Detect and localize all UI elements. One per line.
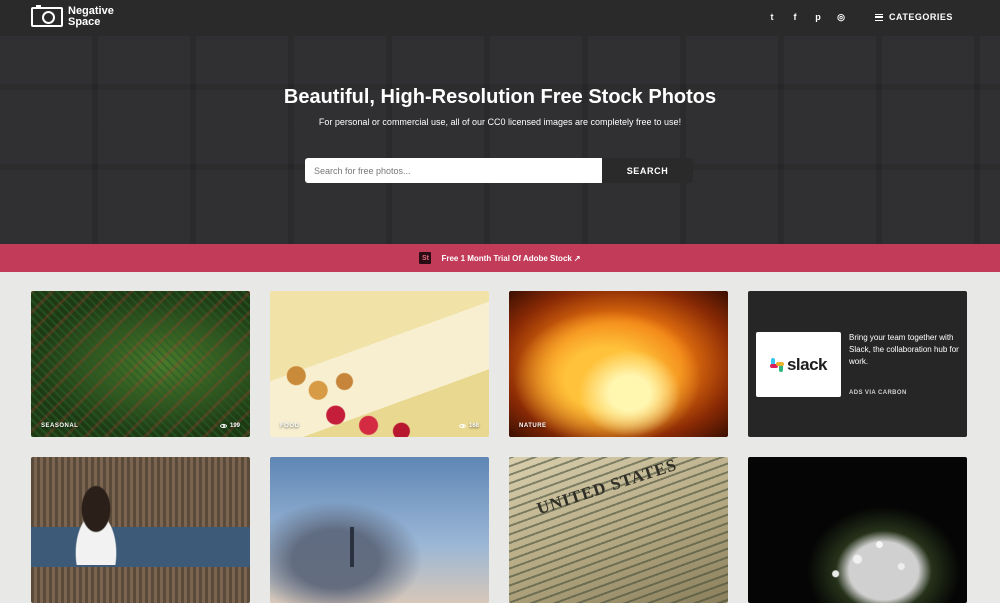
photo-category-tag[interactable]: FOOD [280, 423, 299, 429]
photo-category-tag[interactable]: SEASONAL [41, 423, 78, 429]
view-count-value: 168 [468, 423, 479, 429]
promo-text: Free 1 Month Trial Of Adobe Stock [441, 253, 572, 263]
slack-wordmark: slack [786, 354, 828, 374]
eye-icon [458, 424, 466, 428]
photo-category-tag[interactable]: NATURE [519, 423, 547, 429]
view-count: 168 [458, 423, 479, 429]
ad-description[interactable]: Bring your team together with Slack, the… [849, 332, 961, 368]
search-input[interactable] [305, 158, 602, 183]
photo-card-white-flowers[interactable] [748, 457, 967, 603]
instagram-icon[interactable]: ◎ [835, 12, 847, 23]
site-logo[interactable]: Negative Space [31, 5, 114, 28]
photo-card-seasonal[interactable]: SEASONAL 199 [31, 291, 250, 437]
hero-title: Beautiful, High-Resolution Free Stock Ph… [283, 86, 717, 108]
photo-card-food[interactable]: FOOD 168 [270, 291, 489, 437]
adobe-stock-promo-banner[interactable]: St Free 1 Month Trial Of Adobe Stock ↗ [0, 244, 1000, 272]
photo-card-nature[interactable]: NATURE [509, 291, 728, 437]
camera-logo-icon [31, 5, 63, 27]
photo-card-city-sky[interactable] [270, 457, 489, 603]
ads-via-carbon-link[interactable]: ADS VIA CARBON [849, 390, 907, 396]
view-count: 199 [219, 423, 240, 429]
hamburger-menu-icon [875, 13, 883, 21]
carbon-ad-card[interactable]: slack Bring your team together with Slac… [748, 291, 967, 437]
hero-subtitle: For personal or commercial use, all of o… [318, 117, 682, 127]
facebook-icon[interactable]: f [789, 12, 801, 22]
hero-section: Negative Space t f p ◎ CATEGORIES Beauti… [0, 0, 1000, 244]
pinterest-icon[interactable]: p [812, 12, 824, 22]
top-navigation: Negative Space t f p ◎ CATEGORIES [0, 0, 1000, 36]
photo-card-dollar-bill[interactable]: UNITED STATES [509, 457, 728, 603]
slack-logo-icon [769, 357, 784, 372]
twitter-icon[interactable]: t [766, 12, 778, 22]
external-link-icon: ↗ [573, 253, 581, 263]
slack-ad-image[interactable]: slack [756, 332, 841, 397]
view-count-value: 199 [229, 423, 240, 429]
search-button[interactable]: SEARCH [602, 158, 693, 183]
adobe-stock-icon: St [419, 252, 432, 264]
photo-card-woman-laptop[interactable] [31, 457, 250, 603]
categories-label: CATEGORIES [889, 12, 953, 22]
categories-menu-button[interactable]: CATEGORIES [875, 12, 953, 22]
brand-name-line2: Space [68, 16, 101, 28]
eye-icon [219, 424, 227, 428]
